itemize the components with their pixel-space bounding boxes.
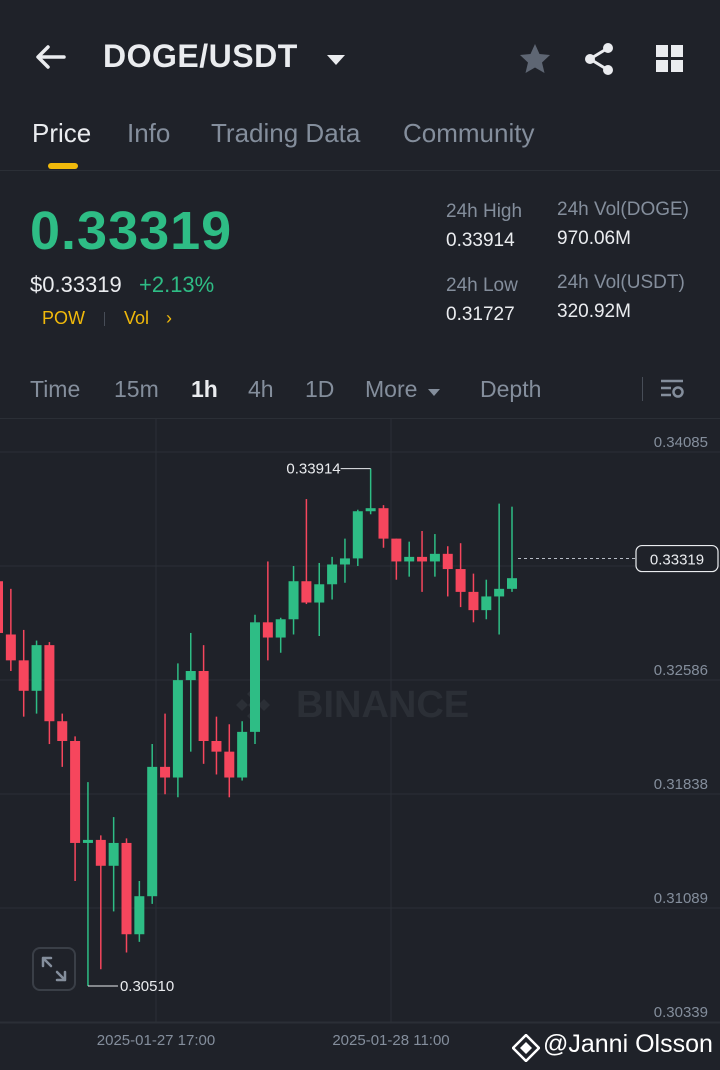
pair-title[interactable]: DOGE/USDT: [103, 38, 298, 75]
candle-body[interactable]: [455, 569, 466, 592]
timeframe-time[interactable]: Time: [30, 376, 80, 403]
candle-body[interactable]: [339, 558, 350, 565]
y-tick-label: 0.31838: [654, 776, 708, 793]
author-logo-icon: [511, 1033, 541, 1067]
timeframe-more[interactable]: More: [365, 376, 417, 403]
tab-trading-data[interactable]: Trading Data: [211, 118, 360, 149]
chart-settings-icon[interactable]: [659, 377, 685, 406]
share-icon[interactable]: [583, 42, 615, 81]
y-tick-label: 0.34085: [654, 434, 708, 451]
candle-body[interactable]: [211, 740, 222, 752]
toolbar-divider: [642, 377, 643, 401]
candle-body[interactable]: [365, 508, 376, 512]
candle-body[interactable]: [288, 581, 299, 620]
candle-body[interactable]: [44, 645, 55, 722]
y-tick-label: 0.32586: [654, 662, 708, 679]
stat-low-value: 0.31727: [446, 304, 515, 325]
candle-body[interactable]: [429, 553, 440, 562]
author-watermark: @Janni Olsson: [543, 1030, 713, 1058]
candle-body[interactable]: [494, 588, 505, 597]
expand-icon: [41, 956, 67, 982]
candle-body[interactable]: [134, 896, 145, 935]
tag-vol[interactable]: Vol: [124, 308, 149, 329]
x-tick-label: 2025-01-28 11:00: [332, 1032, 449, 1049]
candle-body[interactable]: [468, 591, 479, 611]
tag-divider: [104, 312, 105, 326]
candle-body[interactable]: [481, 596, 492, 611]
more-caret-icon[interactable]: [427, 384, 441, 402]
stat-vol-usdt-label: 24h Vol(USDT): [557, 272, 685, 293]
tab-info[interactable]: Info: [127, 118, 170, 149]
candle-body[interactable]: [185, 671, 196, 681]
timeframe-1d[interactable]: 1D: [305, 376, 334, 403]
low-marker-label: 0.30510: [120, 978, 174, 995]
candle-body[interactable]: [314, 584, 325, 603]
stat-vol-doge-value: 970.06M: [557, 228, 631, 249]
candle-body[interactable]: [391, 538, 402, 562]
candle-body[interactable]: [275, 619, 286, 638]
grid-icon[interactable]: [655, 44, 685, 79]
candle-body[interactable]: [224, 751, 235, 778]
candle-body[interactable]: [108, 842, 119, 866]
watermark-text: BINANCE: [296, 684, 469, 726]
candle-body[interactable]: [147, 766, 158, 897]
timeframe-4h[interactable]: 4h: [248, 376, 274, 403]
back-arrow-icon[interactable]: [30, 38, 70, 78]
last-price: 0.33319: [30, 201, 233, 261]
candle-body[interactable]: [57, 721, 68, 741]
candlestick-chart[interactable]: BINANCE 0.340850.333350.325860.318380.31…: [0, 418, 720, 1070]
tag-pow[interactable]: POW: [42, 308, 85, 329]
candle-body[interactable]: [404, 556, 415, 562]
divider: [0, 170, 720, 171]
candle-body[interactable]: [18, 660, 29, 691]
chevron-right-icon[interactable]: ›: [166, 308, 172, 329]
timeframe-depth[interactable]: Depth: [480, 376, 541, 403]
tab-price[interactable]: Price: [32, 118, 91, 149]
candle-body[interactable]: [5, 634, 16, 661]
expand-button[interactable]: [32, 947, 76, 991]
candle-body[interactable]: [378, 508, 389, 539]
candle-body[interactable]: [160, 766, 171, 778]
candle-body[interactable]: [70, 740, 81, 843]
caret-down-icon[interactable]: [326, 53, 346, 71]
candle-body[interactable]: [327, 564, 338, 585]
current-price-label: 0.33319: [650, 552, 704, 569]
candle-body[interactable]: [0, 581, 3, 633]
star-icon[interactable]: [518, 42, 552, 81]
stat-vol-usdt-value: 320.92M: [557, 301, 631, 322]
timeframe-1h[interactable]: 1h: [191, 376, 218, 403]
candle-body[interactable]: [172, 680, 183, 778]
watermark: BINANCE: [236, 684, 469, 726]
usd-price: $0.33319: [30, 272, 122, 297]
candle-body[interactable]: [301, 581, 312, 603]
stat-high-label: 24h High: [446, 201, 523, 222]
candle-body[interactable]: [95, 839, 106, 866]
candle-body[interactable]: [507, 578, 517, 589]
candle-body[interactable]: [250, 622, 260, 732]
stat-high-value: 0.33914: [446, 230, 515, 251]
high-marker-label: 0.33914: [286, 461, 340, 478]
candle-body[interactable]: [417, 556, 428, 562]
stat-vol-doge-label: 24h Vol(DOGE): [557, 199, 689, 220]
candle-body[interactable]: [198, 671, 209, 741]
y-tick-label: 0.31089: [654, 890, 708, 907]
price-change: +2.13%: [139, 272, 215, 297]
x-tick-label: 2025-01-27 17:00: [97, 1032, 215, 1049]
candle-body[interactable]: [121, 842, 132, 935]
y-tick-label: 0.30339: [654, 1004, 708, 1021]
candle-body[interactable]: [442, 553, 453, 570]
candle-body[interactable]: [237, 731, 248, 778]
candle-body[interactable]: [82, 839, 93, 843]
stat-low-label: 24h Low: [446, 275, 518, 296]
candle-body[interactable]: [31, 645, 42, 691]
candle-body[interactable]: [352, 511, 363, 559]
candle-body[interactable]: [262, 622, 273, 638]
timeframe-15m[interactable]: 15m: [114, 376, 159, 403]
tab-community[interactable]: Community: [403, 118, 534, 149]
active-tab-indicator: [48, 163, 78, 169]
